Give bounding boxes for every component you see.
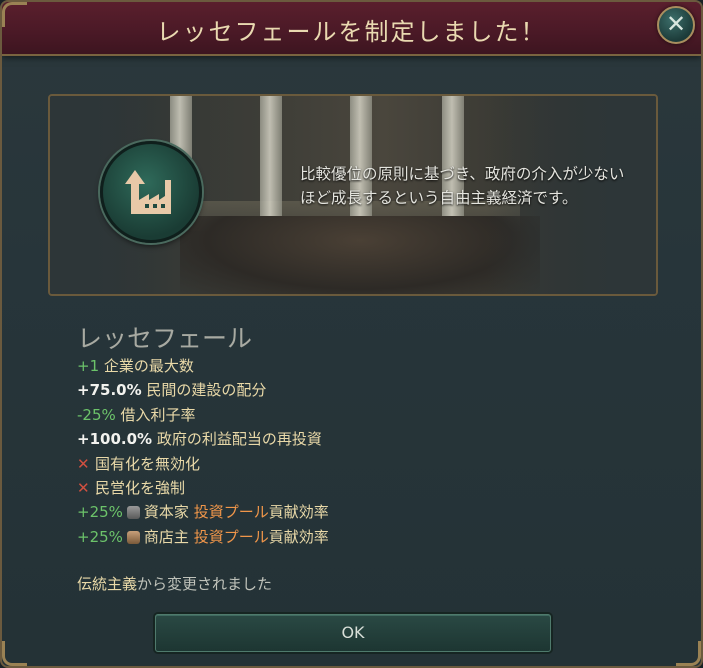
effect-label: 借入利子率 [120, 405, 196, 424]
law-effects-list: +1 企業の最大数 +75.0% 民間の建設の配分 -25% 借入利子率 +10… [77, 354, 329, 549]
effect-label: 国有化を無効化 [95, 454, 201, 473]
dialog-title: レッセフェールを制定しました！ [156, 18, 547, 46]
effect-value: +75.0% [77, 381, 142, 400]
effect-row: ✕ 国有化を無効化 [77, 452, 329, 476]
close-icon: ✕ [665, 10, 687, 38]
factory-growth-icon [100, 141, 202, 243]
ok-button[interactable]: OK [155, 614, 551, 652]
effect-value: +25% [77, 527, 123, 546]
effect-value: +1 [77, 357, 100, 375]
capitalist-icon [126, 506, 140, 520]
effect-label: 貢献効率 [268, 503, 329, 522]
effect-row: +25% 商店主 投資プール貢献効率 [77, 525, 329, 549]
factory-growth-icon-svg [125, 170, 171, 214]
effect-value: +25% [77, 503, 123, 522]
effect-value: -25% [77, 405, 116, 424]
pop-name[interactable]: 資本家 [144, 503, 189, 521]
law-name: レッセフェール [77, 324, 253, 353]
effect-label: 企業の最大数 [103, 357, 194, 375]
close-button[interactable]: ✕ [657, 6, 695, 44]
law-description: 比較優位の原則に基づき、政府の介入が少ないほど成長するという自由主義経済です。 [300, 165, 625, 207]
previous-law-suffix: から変更されました [137, 575, 273, 593]
previous-law-link[interactable]: 伝統主義 [77, 575, 137, 593]
effect-label: 貢献効率 [268, 527, 329, 546]
effect-row: +25% 資本家 投資プール貢献効率 [77, 500, 329, 524]
law-banner: 比較優位の原則に基づき、政府の介入が少ないほど成長するという自由主義経済です。 [48, 94, 658, 296]
shopkeeper-icon [126, 530, 140, 544]
cross-icon: ✕ [77, 454, 90, 473]
effect-value: +100.0% [77, 430, 153, 449]
effect-row: +1 企業の最大数 [77, 354, 329, 378]
corner-ornament [676, 641, 701, 666]
corner-ornament [2, 641, 27, 666]
effect-label: 民営化を強制 [95, 478, 186, 497]
banner-column [260, 96, 282, 216]
dialog-titlebar: レッセフェールを制定しました！ ✕ [2, 2, 701, 56]
previous-law-note: 伝統主義から変更されました [77, 573, 272, 594]
effect-row: ✕ 民営化を強制 [77, 476, 329, 500]
investment-pool-link[interactable]: 投資プール [194, 503, 269, 521]
effect-row: +100.0% 政府の利益配当の再投資 [77, 427, 329, 451]
investment-pool-link[interactable]: 投資プール [194, 528, 269, 546]
law-enacted-dialog: レッセフェールを制定しました！ ✕ 比較優位の原則に基づき、政府の介入が少ないほ… [0, 0, 703, 668]
cross-icon: ✕ [77, 478, 90, 497]
pop-name[interactable]: 商店主 [144, 528, 189, 546]
effect-label: 民間の建設の配分 [146, 381, 267, 400]
effect-row: +75.0% 民間の建設の配分 [77, 378, 329, 402]
effect-row: -25% 借入利子率 [77, 403, 329, 427]
effect-label: 政府の利益配当の再投資 [156, 430, 322, 449]
